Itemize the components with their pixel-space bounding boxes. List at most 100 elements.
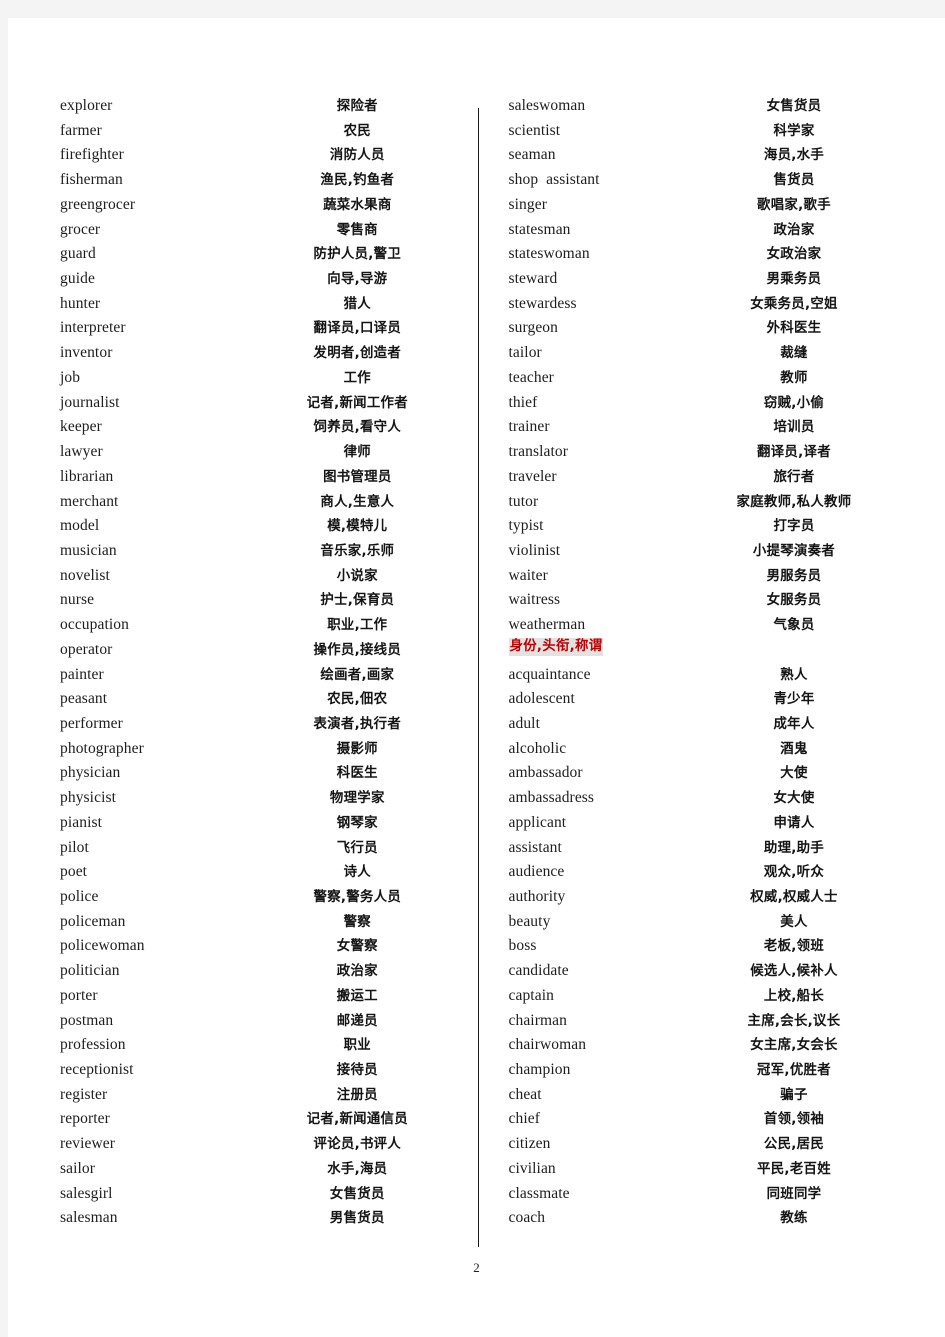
chinese-gloss: 男售货员: [329, 1211, 385, 1227]
english-term: fisherman: [60, 171, 123, 189]
english-term: weatherman: [508, 616, 586, 634]
english-term: poet: [60, 863, 88, 881]
glossary-row: salesman 男售货员: [60, 1206, 465, 1231]
english-term: steward: [508, 270, 558, 288]
glossary-row: operator 操作员,接线员: [60, 638, 465, 663]
glossary-content: explorer 探险者 farmer 农民 firefighter 消防人员 fisher…: [60, 94, 906, 1247]
glossary-row: job 工作: [60, 366, 465, 391]
section-header-label: 身份,头衔,称谓: [508, 637, 604, 656]
glossary-row: firefighter 消防人员: [60, 143, 465, 168]
glossary-row: register 注册员: [60, 1083, 465, 1108]
glossary-row: coach 教练: [509, 1206, 906, 1231]
english-term: trainer: [508, 418, 550, 436]
glossary-row: grocer 零售商: [60, 218, 465, 243]
english-term: pilot: [60, 838, 89, 856]
glossary-row: nurse 护士,保育员: [60, 588, 465, 613]
glossary-row: farmer 农民: [60, 119, 465, 144]
english-term: inventor: [60, 344, 113, 362]
english-term: champion: [508, 1061, 571, 1079]
chinese-gloss: 青少年: [773, 692, 815, 708]
english-term: musician: [60, 541, 117, 559]
chinese-gloss: 翻译员,译者: [757, 445, 831, 461]
chinese-gloss: 女售货员: [766, 99, 822, 114]
english-term: cheat: [508, 1085, 542, 1103]
glossary-row: applicant 申请人: [509, 811, 906, 836]
chinese-gloss: 搬运工: [336, 988, 378, 1004]
section-header-row: 身份,头衔,称谓: [508, 637, 906, 663]
english-term: ambassadress: [508, 789, 595, 807]
english-term: waiter: [508, 566, 548, 584]
glossary-row: champion 冠军,优胜者: [509, 1058, 906, 1083]
chinese-gloss: 骗子: [780, 1087, 808, 1103]
chinese-gloss: 模,模特儿: [327, 519, 388, 535]
chinese-gloss: 观众,听众: [763, 865, 825, 881]
english-term: nurse: [60, 591, 95, 609]
chinese-gloss: 同班同学: [766, 1186, 822, 1202]
chinese-gloss: 警察: [343, 914, 371, 930]
glossary-row: shop assistant 售货员: [509, 168, 906, 193]
english-term: tutor: [508, 492, 539, 510]
chinese-gloss: 政治家: [336, 964, 378, 980]
english-term: grocer: [60, 220, 101, 238]
glossary-row: interpreter 翻译员,口译员: [60, 316, 465, 341]
glossary-row: salesgirl 女售货员: [60, 1182, 465, 1207]
english-term: boss: [508, 937, 537, 955]
glossary-row: traveler 旅行者: [509, 465, 906, 490]
english-term: candidate: [508, 962, 569, 980]
glossary-row: thief 窃贼,小偷: [509, 391, 906, 416]
chinese-gloss: 翻译员,口译员: [313, 321, 402, 337]
chinese-gloss: 公民,居民: [763, 1137, 825, 1153]
chinese-gloss: 旅行者: [773, 469, 815, 485]
english-term: seaman: [508, 146, 556, 164]
glossary-row: physicist 物理学家: [60, 786, 465, 811]
glossary-row: surgeon 外科医生: [509, 316, 906, 341]
glossary-row: steward 男乘务员: [509, 267, 906, 292]
glossary-row: audience 观众,听众: [509, 860, 906, 885]
glossary-row: chairman 主席,会长,议长: [509, 1009, 906, 1034]
english-term: audience: [508, 863, 565, 881]
english-term: chairman: [508, 1011, 567, 1029]
glossary-row: cheat 骗子: [509, 1083, 906, 1108]
chinese-gloss: 气象员: [773, 618, 815, 634]
glossary-row: sailor 水手,海员: [60, 1157, 465, 1182]
page-number: 2: [473, 1260, 480, 1275]
english-term: acquaintance: [508, 665, 591, 683]
glossary-row: painter 绘画者,画家: [60, 663, 465, 688]
chinese-gloss: 政治家: [773, 222, 815, 238]
glossary-row: adolescent 青少年: [509, 687, 906, 712]
english-term: postman: [60, 1011, 114, 1029]
chinese-gloss: 诗人: [343, 865, 371, 881]
chinese-gloss: 女警察: [336, 939, 378, 955]
chinese-gloss: 教师: [780, 370, 808, 386]
english-term: operator: [60, 640, 113, 658]
glossary-row: ambassador 大使: [509, 761, 906, 786]
glossary-row: tailor 裁缝: [509, 341, 906, 366]
english-term: guide: [60, 270, 95, 288]
chinese-gloss: 上校,船长: [763, 988, 825, 1004]
glossary-row: candidate 候选人,候补人: [509, 959, 906, 984]
chinese-gloss: 职业: [343, 1038, 371, 1054]
english-term: alcoholic: [508, 739, 567, 757]
english-term: saleswoman: [508, 97, 586, 114]
english-term: interpreter: [60, 319, 126, 337]
english-term: civilian: [508, 1159, 556, 1177]
english-term: guard: [60, 245, 96, 263]
glossary-row: policewoman 女警察: [60, 934, 465, 959]
english-term: adult: [508, 714, 540, 732]
chinese-gloss: 农民: [343, 123, 371, 139]
chinese-gloss: 小说家: [336, 568, 378, 584]
chinese-gloss: 女售货员: [329, 1186, 385, 1202]
english-term: shop assistant: [508, 171, 600, 189]
chinese-gloss: 大使: [780, 766, 808, 782]
glossary-row: politician 政治家: [60, 959, 465, 984]
glossary-row: scientist 科学家: [509, 119, 906, 144]
chinese-gloss: 小提琴演奏者: [752, 543, 836, 559]
english-term: physicist: [60, 789, 117, 807]
glossary-row: physician 科医生: [60, 761, 465, 786]
glossary-row: novelist 小说家: [60, 564, 465, 589]
glossary-row: photographer 摄影师: [60, 737, 465, 762]
glossary-row: policeman 警察: [60, 910, 465, 935]
chinese-gloss: 男服务员: [766, 568, 822, 584]
english-term: firefighter: [60, 146, 124, 164]
chinese-gloss: 科学家: [773, 123, 815, 139]
